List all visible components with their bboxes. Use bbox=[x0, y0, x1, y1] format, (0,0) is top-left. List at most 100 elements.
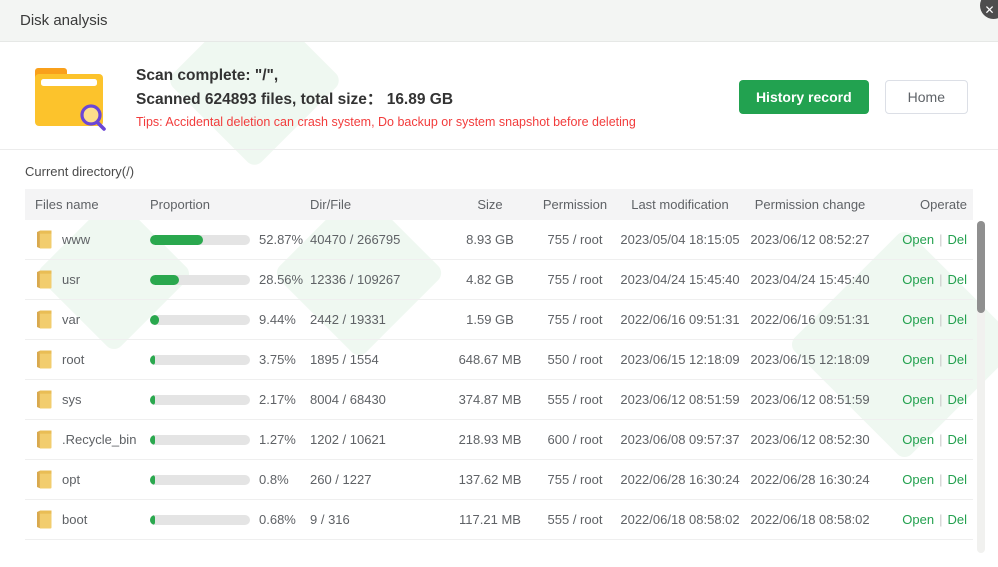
folder-icon bbox=[35, 230, 52, 249]
proportion-cell: 0.8% bbox=[150, 472, 310, 487]
size-value: 117.21 MB bbox=[445, 512, 535, 527]
table-row: boot 0.68% 9 / 316 117.21 MB 555 / root … bbox=[25, 500, 973, 540]
folder-icon bbox=[35, 430, 52, 449]
column-header-permission: Permission bbox=[535, 197, 615, 212]
proportion-bar-fill bbox=[150, 235, 203, 245]
table-row: root 3.75% 1895 / 1554 648.67 MB 550 / r… bbox=[25, 340, 973, 380]
del-link[interactable]: Del bbox=[947, 232, 967, 247]
proportion-bar-track bbox=[150, 395, 250, 405]
open-link[interactable]: Open bbox=[902, 312, 934, 327]
close-icon: ✕ bbox=[984, 3, 994, 17]
last-modification-value: 2022/06/18 08:58:02 bbox=[615, 512, 745, 527]
last-modification-value: 2023/06/15 12:18:09 bbox=[615, 352, 745, 367]
window-title: Disk analysis bbox=[20, 12, 108, 29]
proportion-bar-track bbox=[150, 475, 250, 485]
table-row: sys 2.17% 8004 / 68430 374.87 MB 555 / r… bbox=[25, 380, 973, 420]
permission-change-value: 2023/04/24 15:45:40 bbox=[745, 272, 875, 287]
size-value: 374.87 MB bbox=[445, 392, 535, 407]
operate-cell: Open | Del bbox=[875, 272, 973, 287]
operate-separator: | bbox=[939, 432, 942, 447]
proportion-value: 1.27% bbox=[259, 432, 296, 447]
scan-summary-section: Scan complete: "/", Scanned 624893 files… bbox=[0, 42, 998, 150]
operate-cell: Open|Del bbox=[875, 392, 973, 407]
scan-total-line: Scanned 624893 files, total size： 16.89 … bbox=[136, 88, 636, 112]
proportion-bar-fill bbox=[150, 315, 159, 325]
dir-file-value: 1895 / 1554 bbox=[310, 352, 445, 367]
file-name: root bbox=[62, 352, 84, 367]
dir-file-value: 260 / 1227 bbox=[310, 472, 445, 487]
open-link[interactable]: Open bbox=[902, 392, 934, 407]
proportion-value: 9.44% bbox=[259, 312, 296, 327]
del-link[interactable]: Del bbox=[947, 352, 967, 367]
del-link[interactable]: Del bbox=[947, 472, 967, 487]
dir-file-value: 8004 / 68430 bbox=[310, 392, 445, 407]
size-value: 1.59 GB bbox=[445, 312, 535, 327]
scan-text-block: Scan complete: "/", Scanned 624893 files… bbox=[136, 64, 636, 129]
operate-cell: Open|Del bbox=[875, 312, 973, 327]
scan-buttons: History record Home bbox=[739, 80, 968, 114]
table-row: .Recycle_bin 1.27% 1202 / 10621 218.93 M… bbox=[25, 420, 973, 460]
file-name-cell: www bbox=[25, 230, 150, 249]
file-name: www bbox=[62, 232, 90, 247]
permission-value: 600 / root bbox=[535, 432, 615, 447]
permission-value: 755 / root bbox=[535, 232, 615, 247]
open-link[interactable]: Open bbox=[902, 432, 934, 447]
open-link[interactable]: Open bbox=[902, 232, 934, 247]
file-name-cell: .Recycle_bin bbox=[25, 430, 150, 449]
table-row: opt 0.8% 260 / 1227 137.62 MB 755 / root… bbox=[25, 460, 973, 500]
proportion-bar-track bbox=[150, 355, 250, 365]
proportion-bar-fill bbox=[150, 475, 155, 485]
permission-value: 755 / root bbox=[535, 272, 615, 287]
file-name: opt bbox=[62, 472, 80, 487]
proportion-cell: 0.68% bbox=[150, 512, 310, 527]
file-name-cell: sys bbox=[25, 390, 150, 409]
proportion-cell: 9.44% bbox=[150, 312, 310, 327]
open-link[interactable]: Open bbox=[902, 272, 934, 287]
permission-change-value: 2022/06/28 16:30:24 bbox=[745, 472, 875, 487]
proportion-bar-track bbox=[150, 235, 250, 245]
table-scrollbar-track[interactable] bbox=[977, 221, 985, 553]
dir-file-value: 40470 / 266795 bbox=[310, 232, 445, 247]
operate-cell: Open | Del bbox=[875, 352, 973, 367]
del-link[interactable]: Del bbox=[947, 392, 967, 407]
table-header-row: Files name Proportion Dir/File Size Perm… bbox=[25, 189, 973, 220]
operate-separator: | bbox=[939, 352, 942, 367]
history-record-button[interactable]: History record bbox=[739, 80, 869, 114]
permission-value: 550 / root bbox=[535, 352, 615, 367]
open-link[interactable]: Open bbox=[902, 472, 934, 487]
proportion-value: 0.8% bbox=[259, 472, 289, 487]
file-name-cell: boot bbox=[25, 510, 150, 529]
current-directory-label: Current directory(/) bbox=[0, 150, 998, 189]
permission-value: 755 / root bbox=[535, 472, 615, 487]
size-value: 218.93 MB bbox=[445, 432, 535, 447]
del-link[interactable]: Del bbox=[947, 512, 967, 527]
file-name-cell: opt bbox=[25, 470, 150, 489]
last-modification-value: 2023/06/08 09:57:37 bbox=[615, 432, 745, 447]
file-name: sys bbox=[62, 392, 82, 407]
operate-separator: | bbox=[939, 272, 942, 287]
folder-icon bbox=[35, 390, 52, 409]
del-link[interactable]: Del bbox=[947, 272, 967, 287]
home-button[interactable]: Home bbox=[885, 80, 968, 114]
close-button[interactable]: ✕ bbox=[980, 0, 998, 19]
open-link[interactable]: Open bbox=[902, 512, 934, 527]
last-modification-value: 2022/06/16 09:51:31 bbox=[615, 312, 745, 327]
open-link[interactable]: Open bbox=[902, 352, 934, 367]
permission-value: 555 / root bbox=[535, 512, 615, 527]
del-link[interactable]: Del bbox=[947, 432, 967, 447]
size-value: 137.62 MB bbox=[445, 472, 535, 487]
column-header-files-name: Files name bbox=[25, 197, 150, 212]
proportion-value: 28.56% bbox=[259, 272, 303, 287]
proportion-value: 52.87% bbox=[259, 232, 303, 247]
folder-icon bbox=[35, 510, 52, 529]
size-value: 8.93 GB bbox=[445, 232, 535, 247]
table-scrollbar-thumb[interactable] bbox=[977, 221, 985, 313]
del-link[interactable]: Del bbox=[947, 312, 967, 327]
proportion-bar-track bbox=[150, 315, 250, 325]
proportion-bar-fill bbox=[150, 435, 155, 445]
proportion-cell: 52.87% bbox=[150, 232, 310, 247]
operate-cell: Open | Del bbox=[875, 512, 973, 527]
proportion-bar-track bbox=[150, 435, 250, 445]
operate-separator: | bbox=[939, 512, 942, 527]
proportion-cell: 1.27% bbox=[150, 432, 310, 447]
